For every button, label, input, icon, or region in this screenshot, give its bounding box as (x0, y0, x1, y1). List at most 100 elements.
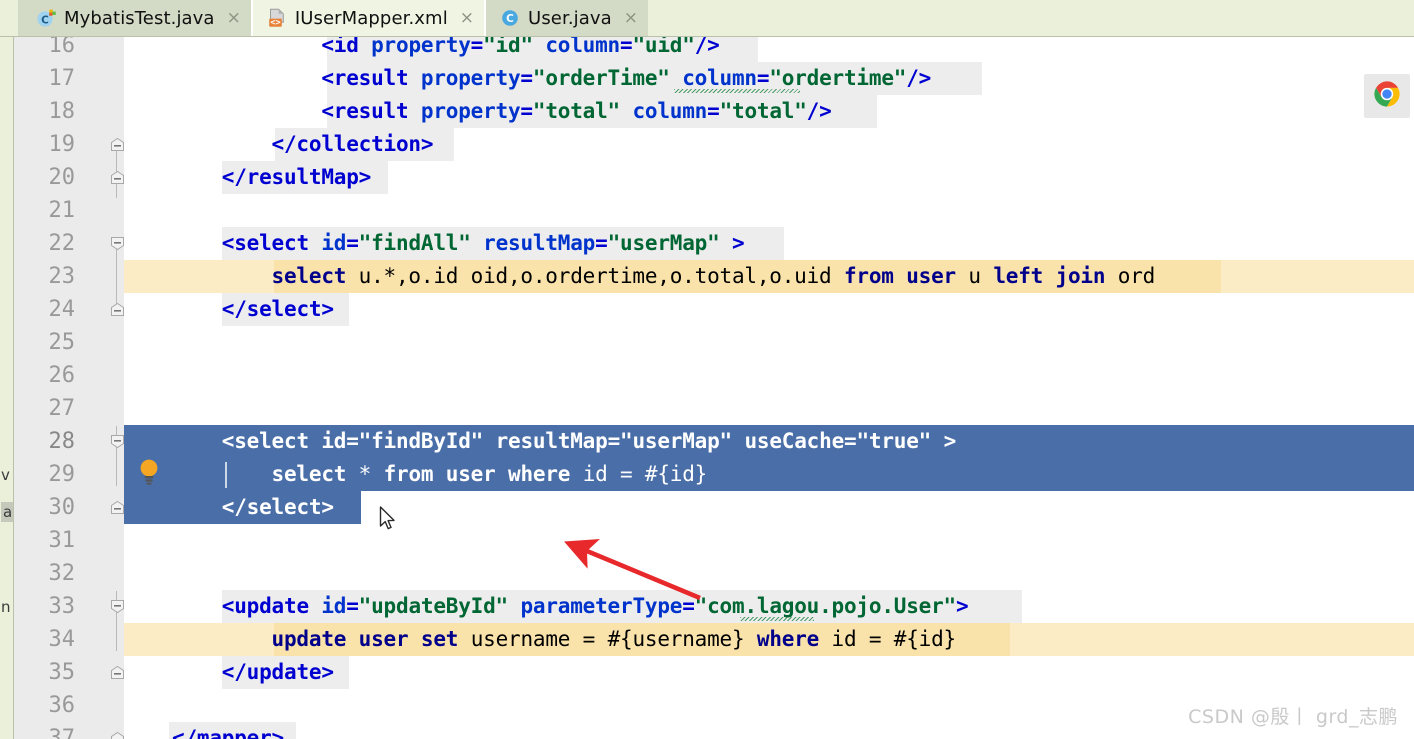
code-line[interactable] (124, 524, 1414, 557)
code-line[interactable]: </collection> (124, 128, 1414, 161)
code-token: id = #{id} (570, 462, 708, 486)
code-line[interactable]: <select id="findById" resultMap="userMap… (124, 425, 1414, 458)
tab-iusermapper-xml[interactable]: <> IUserMapper.xml × (252, 0, 485, 36)
code-token: /> (806, 99, 832, 123)
red-annotation-arrow (564, 539, 701, 601)
text-caret (224, 462, 227, 488)
code-line[interactable]: select u.*,o.id oid,o.ordertime,o.total,… (124, 260, 1414, 293)
fold-marker[interactable] (110, 599, 125, 614)
code-token: resultMap (495, 429, 608, 453)
line-number-gutter[interactable]: 16 17 18 19 20 21 22 23 24 25 26 27 28 29 30 31 32 33 34 35… (14, 33, 124, 739)
spellcheck-underline (739, 617, 814, 621)
code-token: <result (321, 66, 421, 90)
code-line[interactable]: </update> (124, 656, 1414, 689)
code-editor[interactable]: v a n 16 17 18 19 20 21 22 23 24 25 26 27 28 29 30 31 32… (0, 33, 1414, 739)
code-line[interactable]: </resultMap> (124, 161, 1414, 194)
line-number: 21 (48, 198, 76, 223)
code-token: = (756, 66, 770, 90)
code-line[interactable]: <select id="findAll" resultMap="userMap"… (124, 227, 1414, 260)
code-token: <result (321, 99, 421, 123)
code-line[interactable] (124, 557, 1414, 590)
tool-strip-item-1[interactable]: a (1, 502, 13, 522)
fold-marker[interactable] (110, 236, 125, 251)
line-number: 25 (48, 330, 76, 355)
code-token: from (383, 462, 434, 486)
intention-bulb-icon[interactable] (136, 457, 162, 487)
code-content-area[interactable]: <id property="id" column="uid"/> <result… (124, 36, 1414, 739)
fold-marker[interactable] (110, 665, 125, 680)
open-in-chrome-button[interactable] (1364, 74, 1410, 118)
fold-marker[interactable] (110, 731, 125, 739)
close-icon[interactable]: × (460, 9, 474, 27)
line-number: 24 (48, 297, 76, 322)
code-token: <id (321, 36, 372, 57)
code-token: id (321, 594, 347, 618)
fold-marker[interactable] (110, 434, 125, 449)
fold-marker[interactable] (110, 170, 125, 185)
tab-label: IUserMapper.xml (294, 7, 448, 29)
code-line[interactable] (124, 194, 1414, 227)
code-token: "id" (483, 36, 533, 57)
fold-marker[interactable] (110, 302, 125, 317)
tab-user-java[interactable]: C User.java × (486, 0, 649, 36)
code-token: <select (221, 429, 322, 453)
code-line[interactable]: update user set username = #{username} w… (124, 623, 1414, 656)
code-line[interactable]: select * from user where id = #{id} (124, 458, 1414, 491)
fold-marker[interactable] (110, 137, 125, 152)
svg-text:<>: <> (270, 18, 280, 28)
tool-strip-item-0[interactable]: v (1, 466, 10, 484)
code-token: column (545, 36, 621, 57)
code-folding-rail[interactable] (110, 36, 124, 739)
close-icon[interactable]: × (227, 9, 241, 27)
code-token: update (271, 627, 347, 651)
tab-label: MybatisTest.java (64, 7, 215, 29)
left-tool-window-strip[interactable]: v a n (0, 36, 14, 739)
code-token: = (520, 66, 533, 90)
code-token: <update (221, 594, 322, 618)
editor-top-border (0, 36, 1414, 37)
fold-marker[interactable] (110, 500, 125, 515)
code-token: set (420, 627, 459, 651)
tab-mybatistest-java[interactable]: C MybatisTest.java × (18, 0, 251, 36)
tool-strip-item-2[interactable]: n (1, 598, 11, 616)
code-token: </mapper> (172, 726, 284, 739)
spellcheck-underline (673, 89, 801, 93)
java-class-icon: C (36, 8, 56, 28)
code-token: "findById" (358, 429, 484, 453)
editor-window: C MybatisTest.java × <> IUserMapper.xml (0, 0, 1414, 739)
line-number: 35 (48, 660, 76, 685)
line-number: 19 (48, 132, 76, 157)
code-token: id (321, 231, 347, 255)
code-token: "ordertime" (769, 66, 907, 90)
line-number: 37 (48, 726, 76, 739)
line-number: 17 (48, 66, 76, 91)
code-token: = (620, 36, 633, 57)
code-token: "uid" (632, 36, 695, 57)
code-token: where (756, 627, 820, 651)
code-line[interactable] (124, 392, 1414, 425)
code-line[interactable]: </select> (124, 491, 1414, 524)
line-number: 26 (48, 363, 76, 388)
close-icon[interactable]: × (624, 9, 638, 27)
code-line[interactable] (124, 326, 1414, 359)
code-token: user (906, 264, 956, 288)
code-token: id (321, 429, 347, 453)
code-token: select (271, 264, 347, 288)
code-line[interactable]: </select> (124, 293, 1414, 326)
code-line[interactable]: <result property="total" column="total"/… (124, 95, 1414, 128)
code-line[interactable] (124, 359, 1414, 392)
code-line[interactable]: <id property="id" column="uid"/> (124, 36, 1414, 62)
